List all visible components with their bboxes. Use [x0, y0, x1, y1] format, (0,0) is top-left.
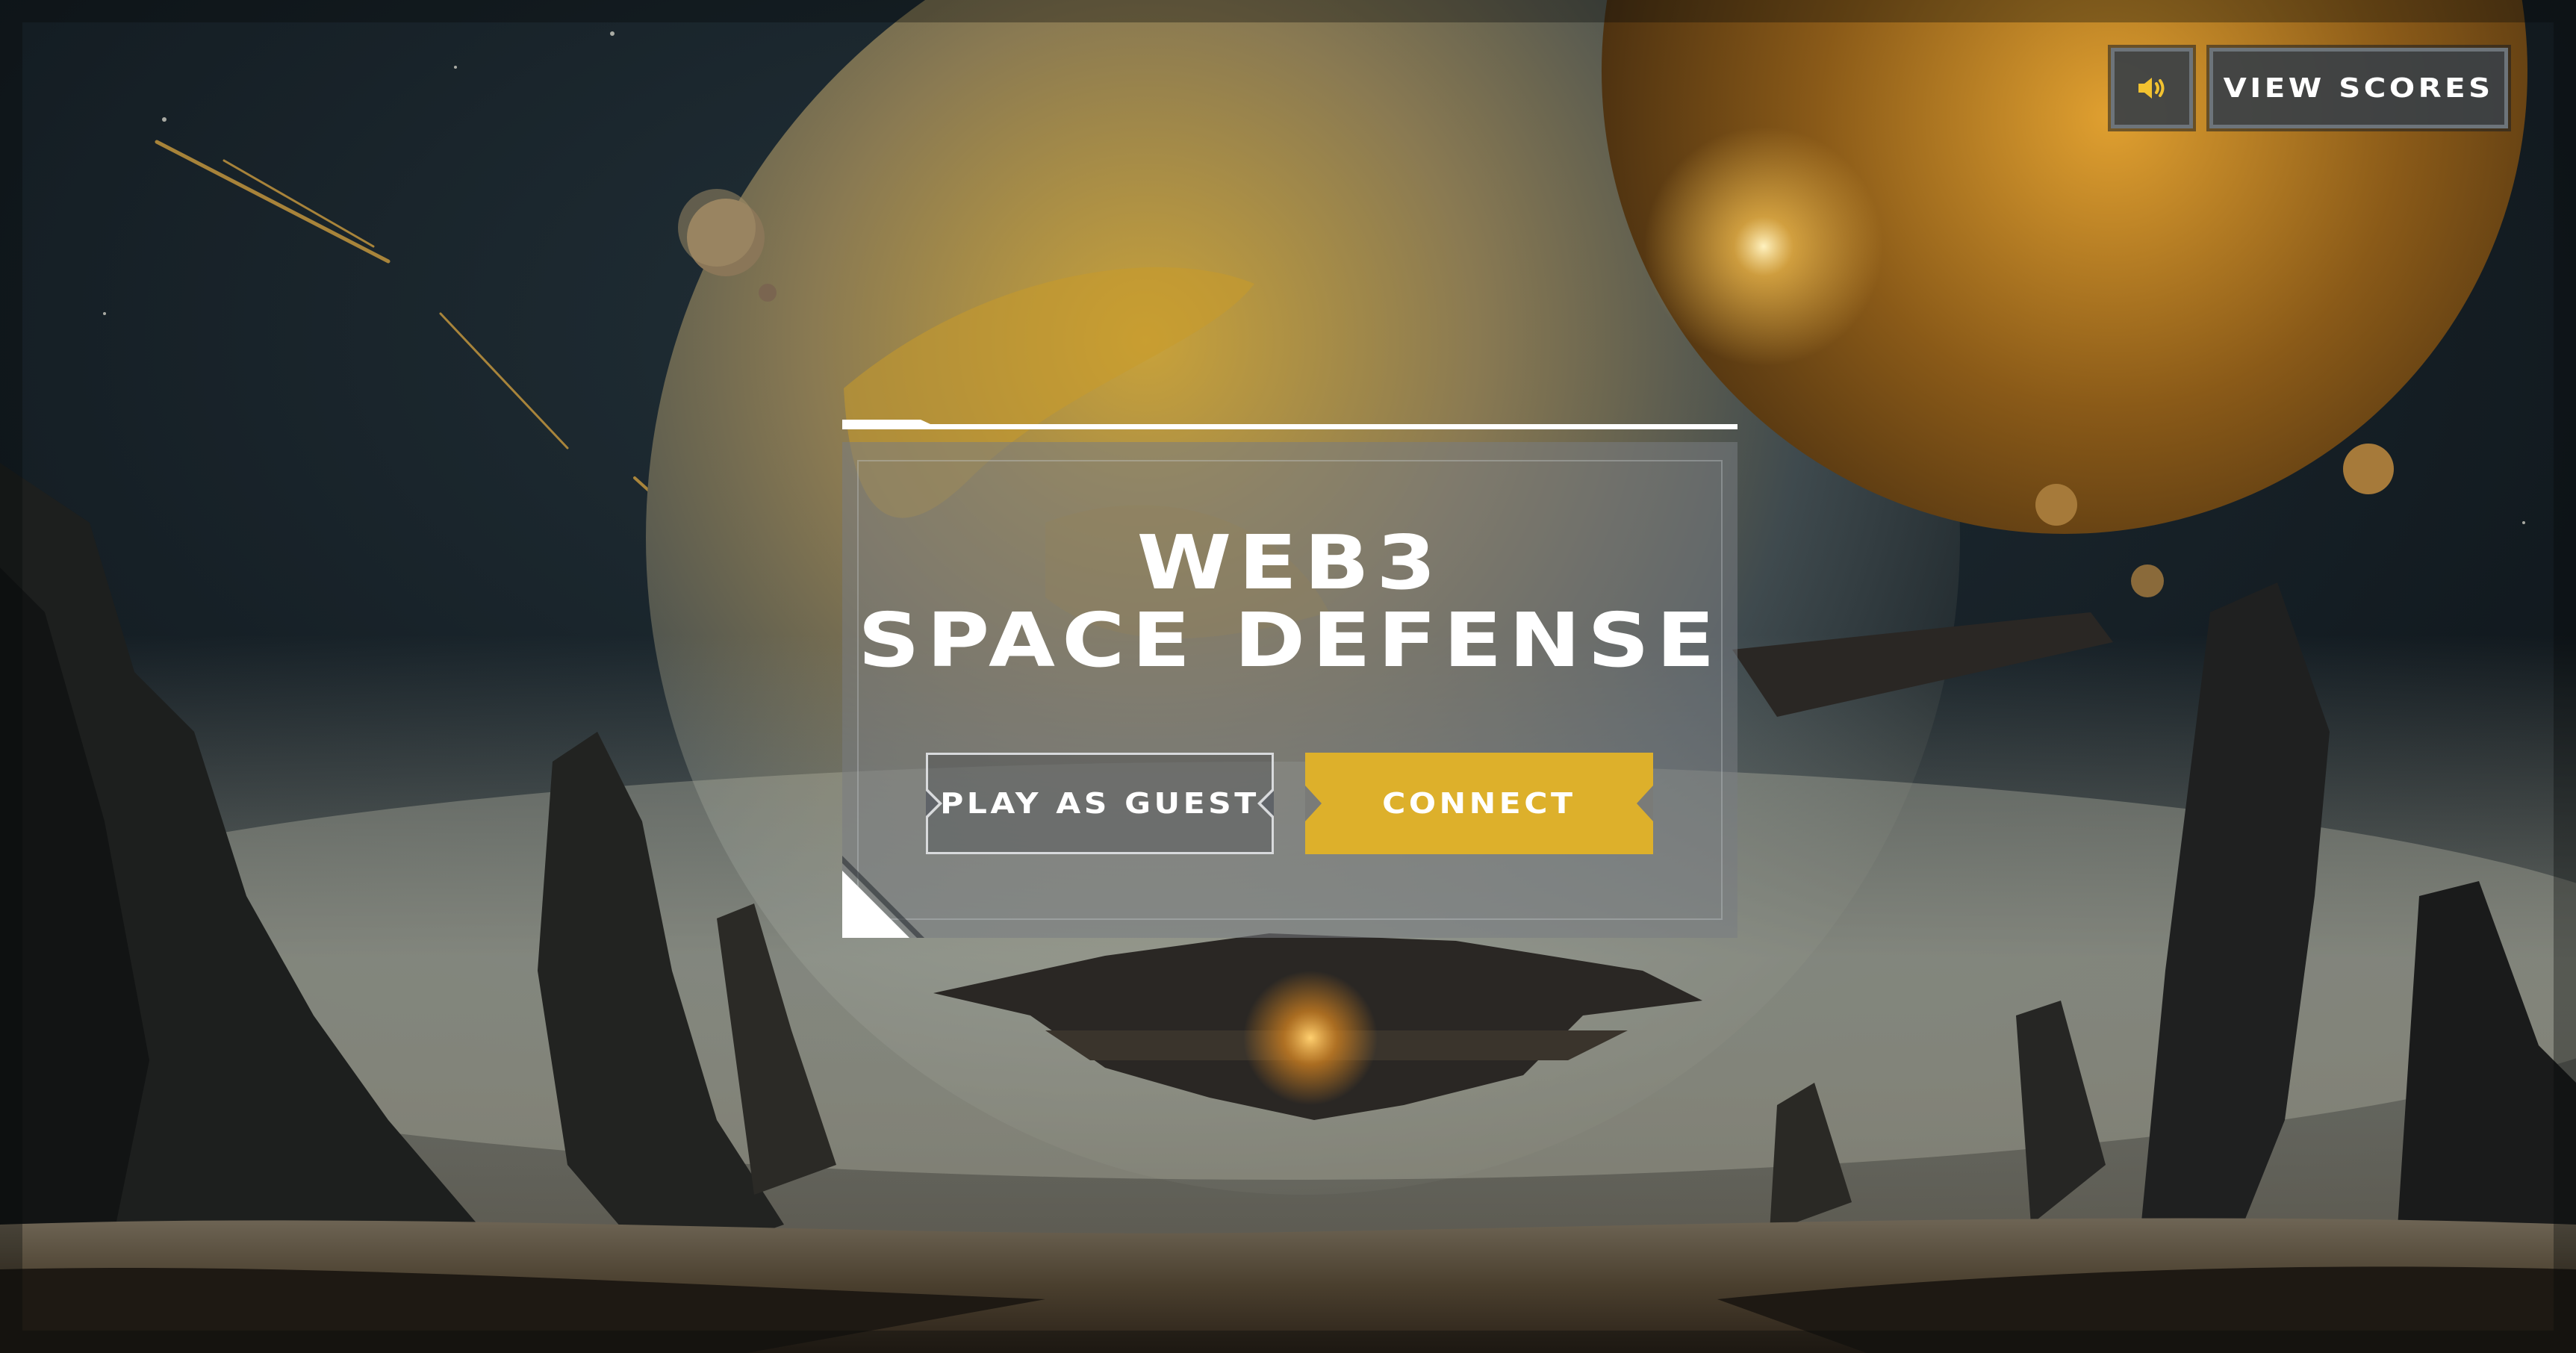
notch-right [1637, 786, 1653, 821]
speaker-icon [2138, 78, 2165, 99]
game-screen: VIEW SCORES WEB3 SPACE DEFENSE PLAY AS G… [0, 0, 2576, 1353]
panel-top-bar [842, 420, 1737, 429]
panel-corner-accent [842, 856, 924, 938]
connect-button[interactable]: CONNECT [1305, 753, 1653, 854]
view-scores-label: VIEW SCORES [2223, 72, 2495, 104]
sound-toggle-button[interactable] [2111, 48, 2193, 128]
view-scores-button[interactable]: VIEW SCORES [2209, 48, 2508, 128]
main-menu-panel: WEB3 SPACE DEFENSE PLAY AS GUEST CONNECT [842, 442, 1737, 938]
connect-label: CONNECT [1382, 787, 1576, 820]
title-line-1: WEB3 [1136, 519, 1443, 606]
title-line-2: SPACE DEFENSE [858, 597, 1722, 684]
play-as-guest-button[interactable]: PLAY AS GUEST [926, 753, 1274, 854]
play-as-guest-label: PLAY AS GUEST [940, 787, 1260, 820]
game-title: WEB3 SPACE DEFENSE [842, 524, 1737, 679]
notch-left [1305, 786, 1322, 821]
